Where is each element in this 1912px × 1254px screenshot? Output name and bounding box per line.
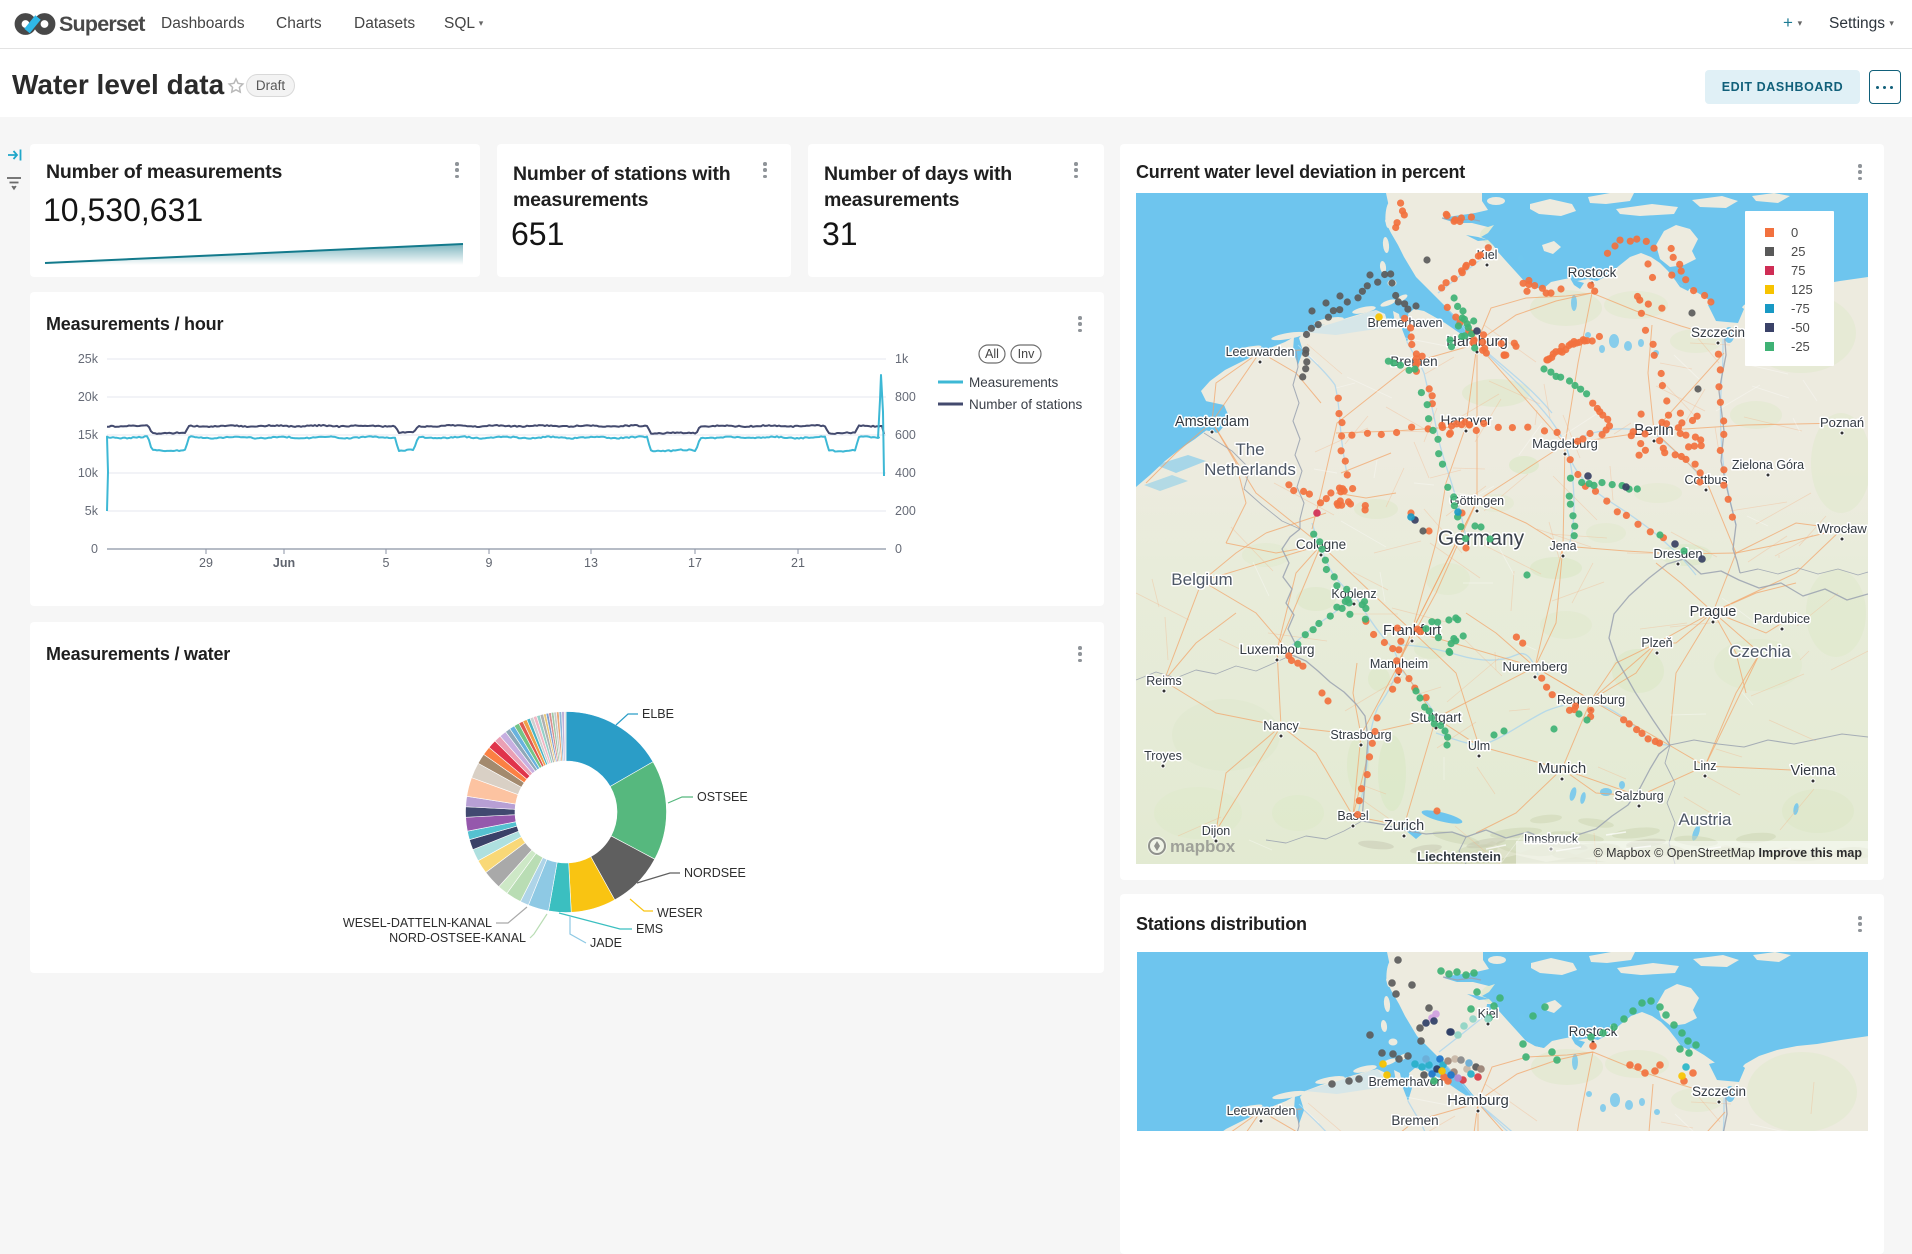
svg-text:Nuremberg: Nuremberg	[1502, 659, 1567, 674]
svg-text:Amsterdam: Amsterdam	[1175, 414, 1249, 430]
svg-text:Ulm: Ulm	[1468, 739, 1490, 753]
svg-text:Plzeň: Plzeň	[1641, 636, 1672, 650]
svg-text:-50: -50	[1791, 320, 1810, 335]
svg-text:800: 800	[895, 390, 916, 404]
svg-text:17: 17	[688, 556, 702, 570]
svg-text:0: 0	[895, 542, 902, 556]
svg-text:© Mapbox © OpenStreetMap Impro: © Mapbox © OpenStreetMap Improve this ma…	[1593, 846, 1862, 860]
svg-text:25: 25	[1791, 244, 1805, 259]
svg-text:Nancy: Nancy	[1263, 719, 1299, 733]
svg-text:Number of stations: Number of stations	[969, 397, 1083, 412]
svg-text:Pardubice: Pardubice	[1754, 612, 1810, 626]
svg-text:Zielona Góra: Zielona Góra	[1732, 458, 1804, 472]
svg-text:OSTSEE: OSTSEE	[697, 790, 748, 804]
svg-text:EMS: EMS	[636, 922, 663, 936]
svg-text:Jena: Jena	[1549, 539, 1576, 553]
svg-text:Poznań: Poznań	[1820, 415, 1864, 430]
svg-text:NORDSEE: NORDSEE	[684, 866, 746, 880]
svg-text:Belgium: Belgium	[1171, 570, 1232, 589]
svg-text:75: 75	[1791, 263, 1805, 278]
svg-text:Munich: Munich	[1538, 760, 1586, 777]
svg-text:1k: 1k	[895, 352, 909, 366]
svg-text:Frankfurt: Frankfurt	[1383, 623, 1441, 639]
svg-text:NORD-OSTSEE-KANAL: NORD-OSTSEE-KANAL	[389, 931, 526, 945]
svg-text:-75: -75	[1791, 301, 1810, 316]
svg-text:Czechia: Czechia	[1729, 642, 1791, 661]
svg-text:-25: -25	[1791, 339, 1810, 354]
svg-text:Szczecin: Szczecin	[1692, 1084, 1746, 1099]
svg-text:10k: 10k	[78, 466, 99, 480]
svg-text:Salzburg: Salzburg	[1614, 789, 1663, 803]
svg-text:Leeuwarden: Leeuwarden	[1226, 345, 1295, 359]
svg-text:Koblenz: Koblenz	[1331, 587, 1376, 601]
svg-text:Regensburg: Regensburg	[1557, 693, 1625, 707]
svg-text:WESER: WESER	[657, 906, 703, 920]
svg-text:ELBE: ELBE	[642, 707, 674, 721]
svg-text:0: 0	[1791, 225, 1798, 240]
svg-text:25k: 25k	[78, 352, 99, 366]
svg-text:400: 400	[895, 466, 916, 480]
svg-text:Dijon: Dijon	[1202, 824, 1231, 838]
svg-text:9: 9	[486, 556, 493, 570]
svg-text:5: 5	[383, 556, 390, 570]
svg-text:5k: 5k	[85, 504, 99, 518]
svg-text:Bremen: Bremen	[1391, 1113, 1438, 1128]
svg-text:29: 29	[199, 556, 213, 570]
svg-text:15k: 15k	[78, 428, 99, 442]
svg-text:Measurements: Measurements	[969, 375, 1059, 390]
svg-text:mapbox: mapbox	[1170, 837, 1236, 856]
svg-text:20k: 20k	[78, 390, 99, 404]
svg-text:WESEL-DATTELN-KANAL: WESEL-DATTELN-KANAL	[343, 916, 492, 930]
svg-text:13: 13	[584, 556, 598, 570]
svg-text:Troyes: Troyes	[1144, 749, 1182, 763]
svg-text:600: 600	[895, 428, 916, 442]
svg-text:Göttingen: Göttingen	[1450, 494, 1504, 508]
svg-text:Vienna: Vienna	[1791, 763, 1837, 779]
svg-text:The: The	[1235, 440, 1264, 459]
svg-text:Hamburg: Hamburg	[1447, 1092, 1509, 1109]
svg-text:Austria: Austria	[1679, 810, 1732, 829]
svg-text:Strasbourg: Strasbourg	[1330, 728, 1391, 742]
svg-text:Linz: Linz	[1694, 759, 1717, 773]
svg-text:Basel: Basel	[1337, 809, 1368, 823]
svg-text:Reims: Reims	[1146, 674, 1181, 688]
svg-text:0: 0	[91, 542, 98, 556]
svg-text:Liechtenstein: Liechtenstein	[1417, 849, 1501, 864]
svg-text:Netherlands: Netherlands	[1204, 460, 1296, 479]
svg-text:Jun: Jun	[273, 556, 295, 570]
svg-text:JADE: JADE	[590, 936, 622, 950]
svg-text:Dresden: Dresden	[1653, 546, 1702, 561]
svg-text:Szczecin: Szczecin	[1691, 325, 1745, 340]
svg-text:200: 200	[895, 504, 916, 518]
svg-text:Luxembourg: Luxembourg	[1239, 642, 1314, 657]
svg-text:Magdeburg: Magdeburg	[1532, 436, 1598, 451]
svg-text:Wrocław: Wrocław	[1817, 521, 1867, 536]
svg-text:Inv: Inv	[1018, 347, 1035, 361]
svg-text:125: 125	[1791, 282, 1813, 297]
svg-text:Prague: Prague	[1690, 604, 1737, 620]
svg-text:Zurich: Zurich	[1384, 818, 1424, 834]
svg-text:Rostock: Rostock	[1568, 265, 1617, 280]
svg-text:21: 21	[791, 556, 805, 570]
svg-text:Leeuwarden: Leeuwarden	[1227, 1104, 1296, 1118]
svg-text:All: All	[985, 347, 999, 361]
